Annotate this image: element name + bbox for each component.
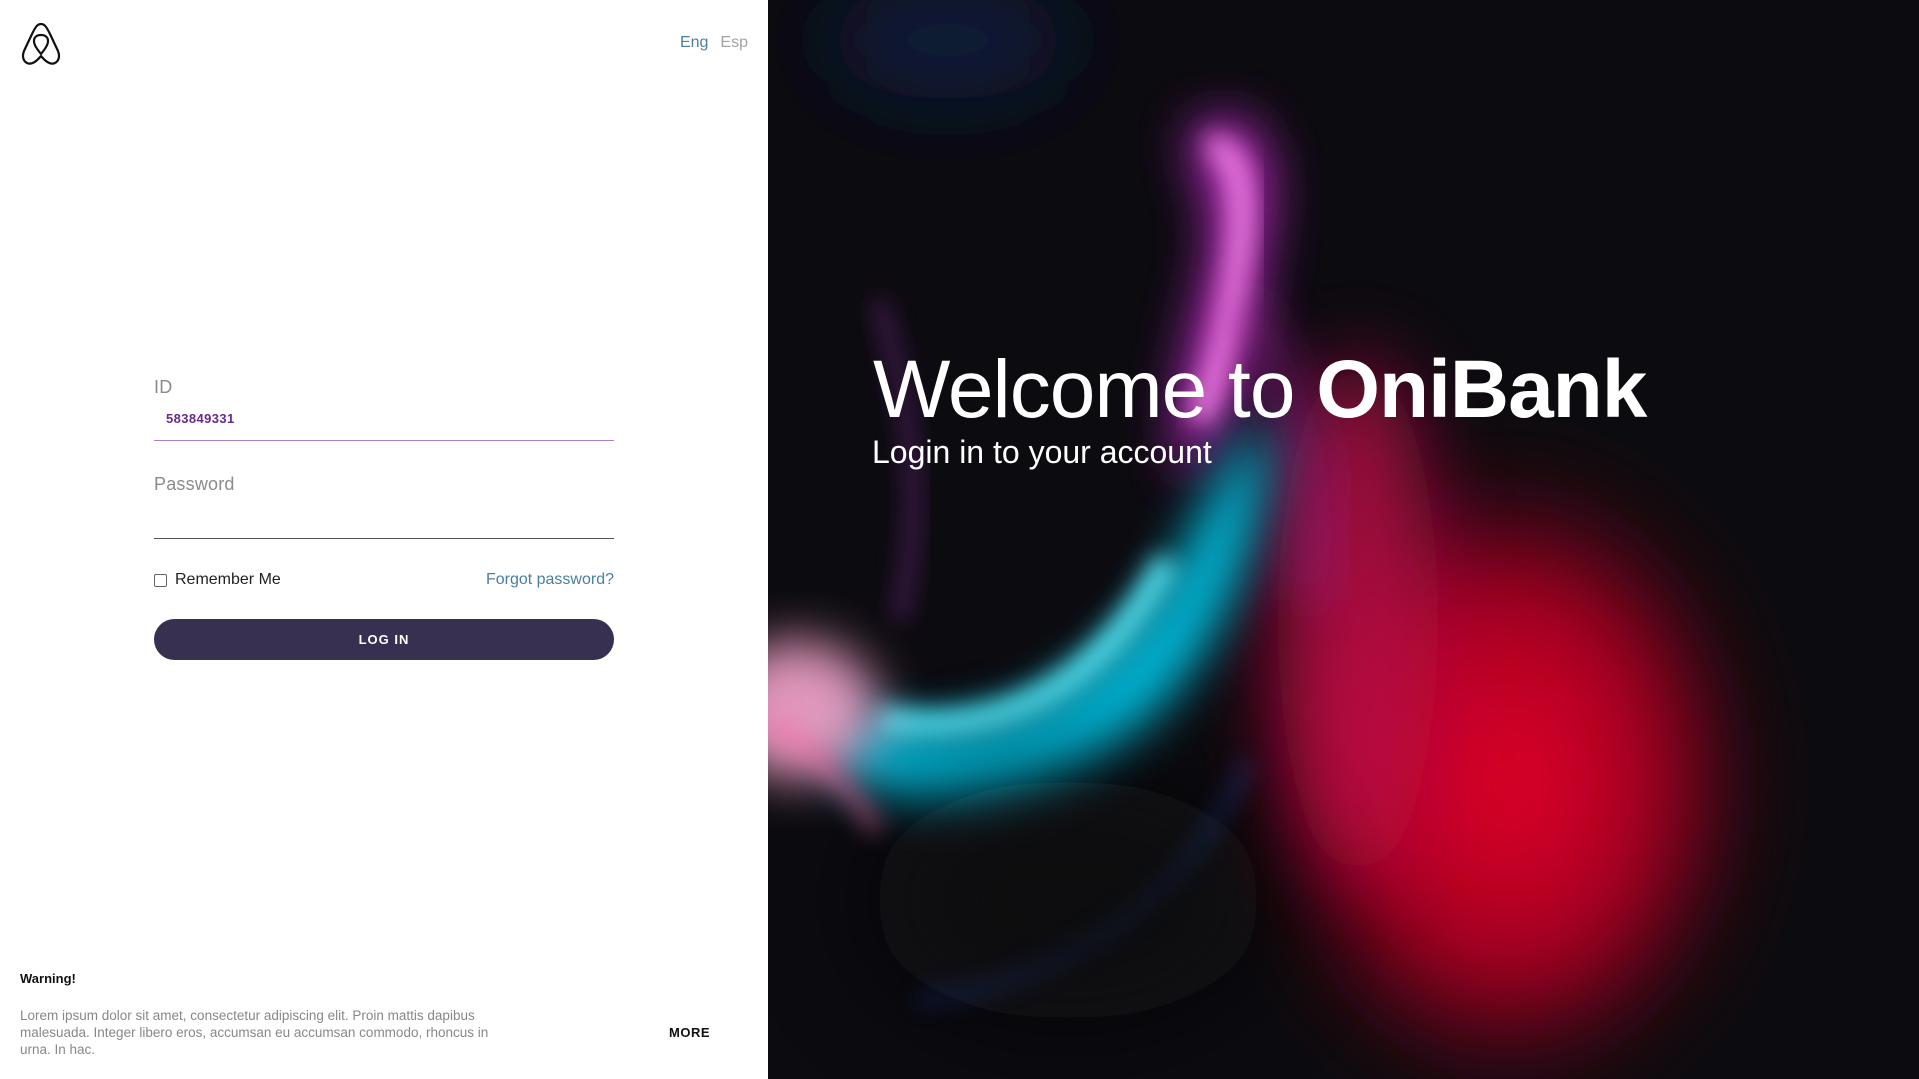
welcome-prefix: Welcome to — [873, 344, 1317, 435]
language-switcher: Eng Esp — [680, 34, 748, 52]
id-input[interactable] — [166, 411, 606, 426]
brand-name: OniBank — [1316, 344, 1647, 435]
welcome-subtitle: Login in to your account — [872, 434, 1212, 470]
password-label: Password — [154, 474, 235, 494]
hero-panel: Welcome to OniBank Login in to your acco… — [768, 0, 1919, 1079]
warning-text: Lorem ipsum dolor sit amet, consectetur … — [20, 1008, 489, 1057]
lang-esp[interactable]: Esp — [720, 34, 748, 52]
lang-eng[interactable]: Eng — [680, 34, 708, 52]
login-button[interactable]: LOG IN — [154, 619, 614, 660]
logo-icon[interactable] — [20, 21, 62, 67]
abstract-background-image — [768, 0, 1919, 1079]
warning-notice: Warning! Lorem ipsum dolor sit amet, con… — [20, 971, 520, 1058]
form-options-row: Remember Me Forgot password? — [154, 571, 614, 589]
remember-me-checkbox[interactable] — [154, 573, 167, 587]
more-link[interactable]: MORE — [669, 1025, 710, 1040]
remember-me-label[interactable]: Remember Me — [175, 571, 281, 589]
login-panel: Eng Esp ID Password Remember Me Forgot p… — [0, 0, 768, 1079]
warning-title: Warning! — [20, 971, 76, 986]
id-label: ID — [154, 377, 173, 397]
remember-me[interactable]: Remember Me — [154, 571, 281, 589]
password-field: Password — [154, 470, 614, 539]
welcome-heading: Welcome to OniBank — [873, 343, 1647, 437]
password-input[interactable] — [166, 508, 606, 526]
login-form: ID Password Remember Me Forgot password?… — [154, 373, 614, 660]
forgot-password-link[interactable]: Forgot password? — [486, 571, 614, 589]
id-field: ID — [154, 373, 614, 441]
